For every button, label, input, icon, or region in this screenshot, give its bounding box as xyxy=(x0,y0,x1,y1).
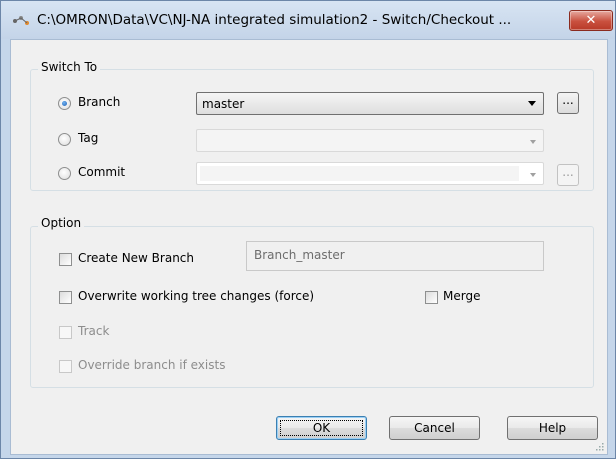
dialog-client-area: Switch To Branch master ... Tag Commit .… xyxy=(10,39,608,455)
commit-radio[interactable] xyxy=(58,167,71,180)
create-new-branch-checkbox[interactable] xyxy=(59,253,72,266)
title-bar[interactable]: C:\OMRON\Data\VC\NJ-NA integrated simula… xyxy=(1,1,615,39)
tag-label: Tag xyxy=(78,131,99,145)
create-new-branch-label[interactable]: Create New Branch xyxy=(78,251,194,265)
track-label: Track xyxy=(78,324,110,338)
help-button-label: Help xyxy=(538,421,567,435)
branch-combobox[interactable]: master xyxy=(196,92,544,115)
tag-combobox[interactable] xyxy=(196,129,544,152)
track-checkbox[interactable] xyxy=(59,326,72,339)
override-branch-label: Override branch if exists xyxy=(78,358,226,372)
help-button[interactable]: Help xyxy=(507,416,598,440)
merge-checkbox[interactable] xyxy=(425,291,438,304)
cancel-button[interactable]: Cancel xyxy=(389,416,480,440)
commit-browse-button[interactable]: ... xyxy=(557,164,579,186)
commit-label: Commit xyxy=(78,165,126,179)
branch-label: Branch xyxy=(78,95,121,109)
branch-browse-button[interactable]: ... xyxy=(557,92,579,114)
overwrite-label[interactable]: Overwrite working tree changes (force) xyxy=(78,289,314,303)
commit-combobox[interactable] xyxy=(196,162,544,185)
app-icon xyxy=(13,16,29,25)
radio-selected-dot xyxy=(62,101,67,106)
chevron-down-icon xyxy=(530,173,536,177)
commit-value-field xyxy=(200,166,519,181)
option-legend: Option xyxy=(38,216,85,230)
overwrite-checkbox[interactable] xyxy=(59,291,72,304)
switch-to-legend: Switch To xyxy=(38,60,101,74)
override-branch-checkbox[interactable] xyxy=(59,360,72,373)
close-icon: ✕ xyxy=(585,13,597,28)
merge-label[interactable]: Merge xyxy=(443,289,480,303)
dialog-window: C:\OMRON\Data\VC\NJ-NA integrated simula… xyxy=(0,0,616,459)
chevron-down-icon xyxy=(530,140,536,144)
new-branch-name-value: Branch_master xyxy=(254,248,345,262)
close-button[interactable]: ✕ xyxy=(569,10,613,31)
focus-rectangle xyxy=(280,420,363,436)
tag-radio[interactable] xyxy=(58,133,71,146)
new-branch-name-field[interactable]: Branch_master xyxy=(246,241,544,271)
cancel-button-label: Cancel xyxy=(414,421,455,435)
resize-grip-icon[interactable] xyxy=(594,441,604,451)
branch-radio[interactable] xyxy=(58,97,71,110)
branch-value: master xyxy=(202,97,245,111)
chevron-down-icon[interactable] xyxy=(528,101,536,106)
ok-button[interactable]: OK xyxy=(276,416,367,440)
window-title: C:\OMRON\Data\VC\NJ-NA integrated simula… xyxy=(37,12,512,28)
